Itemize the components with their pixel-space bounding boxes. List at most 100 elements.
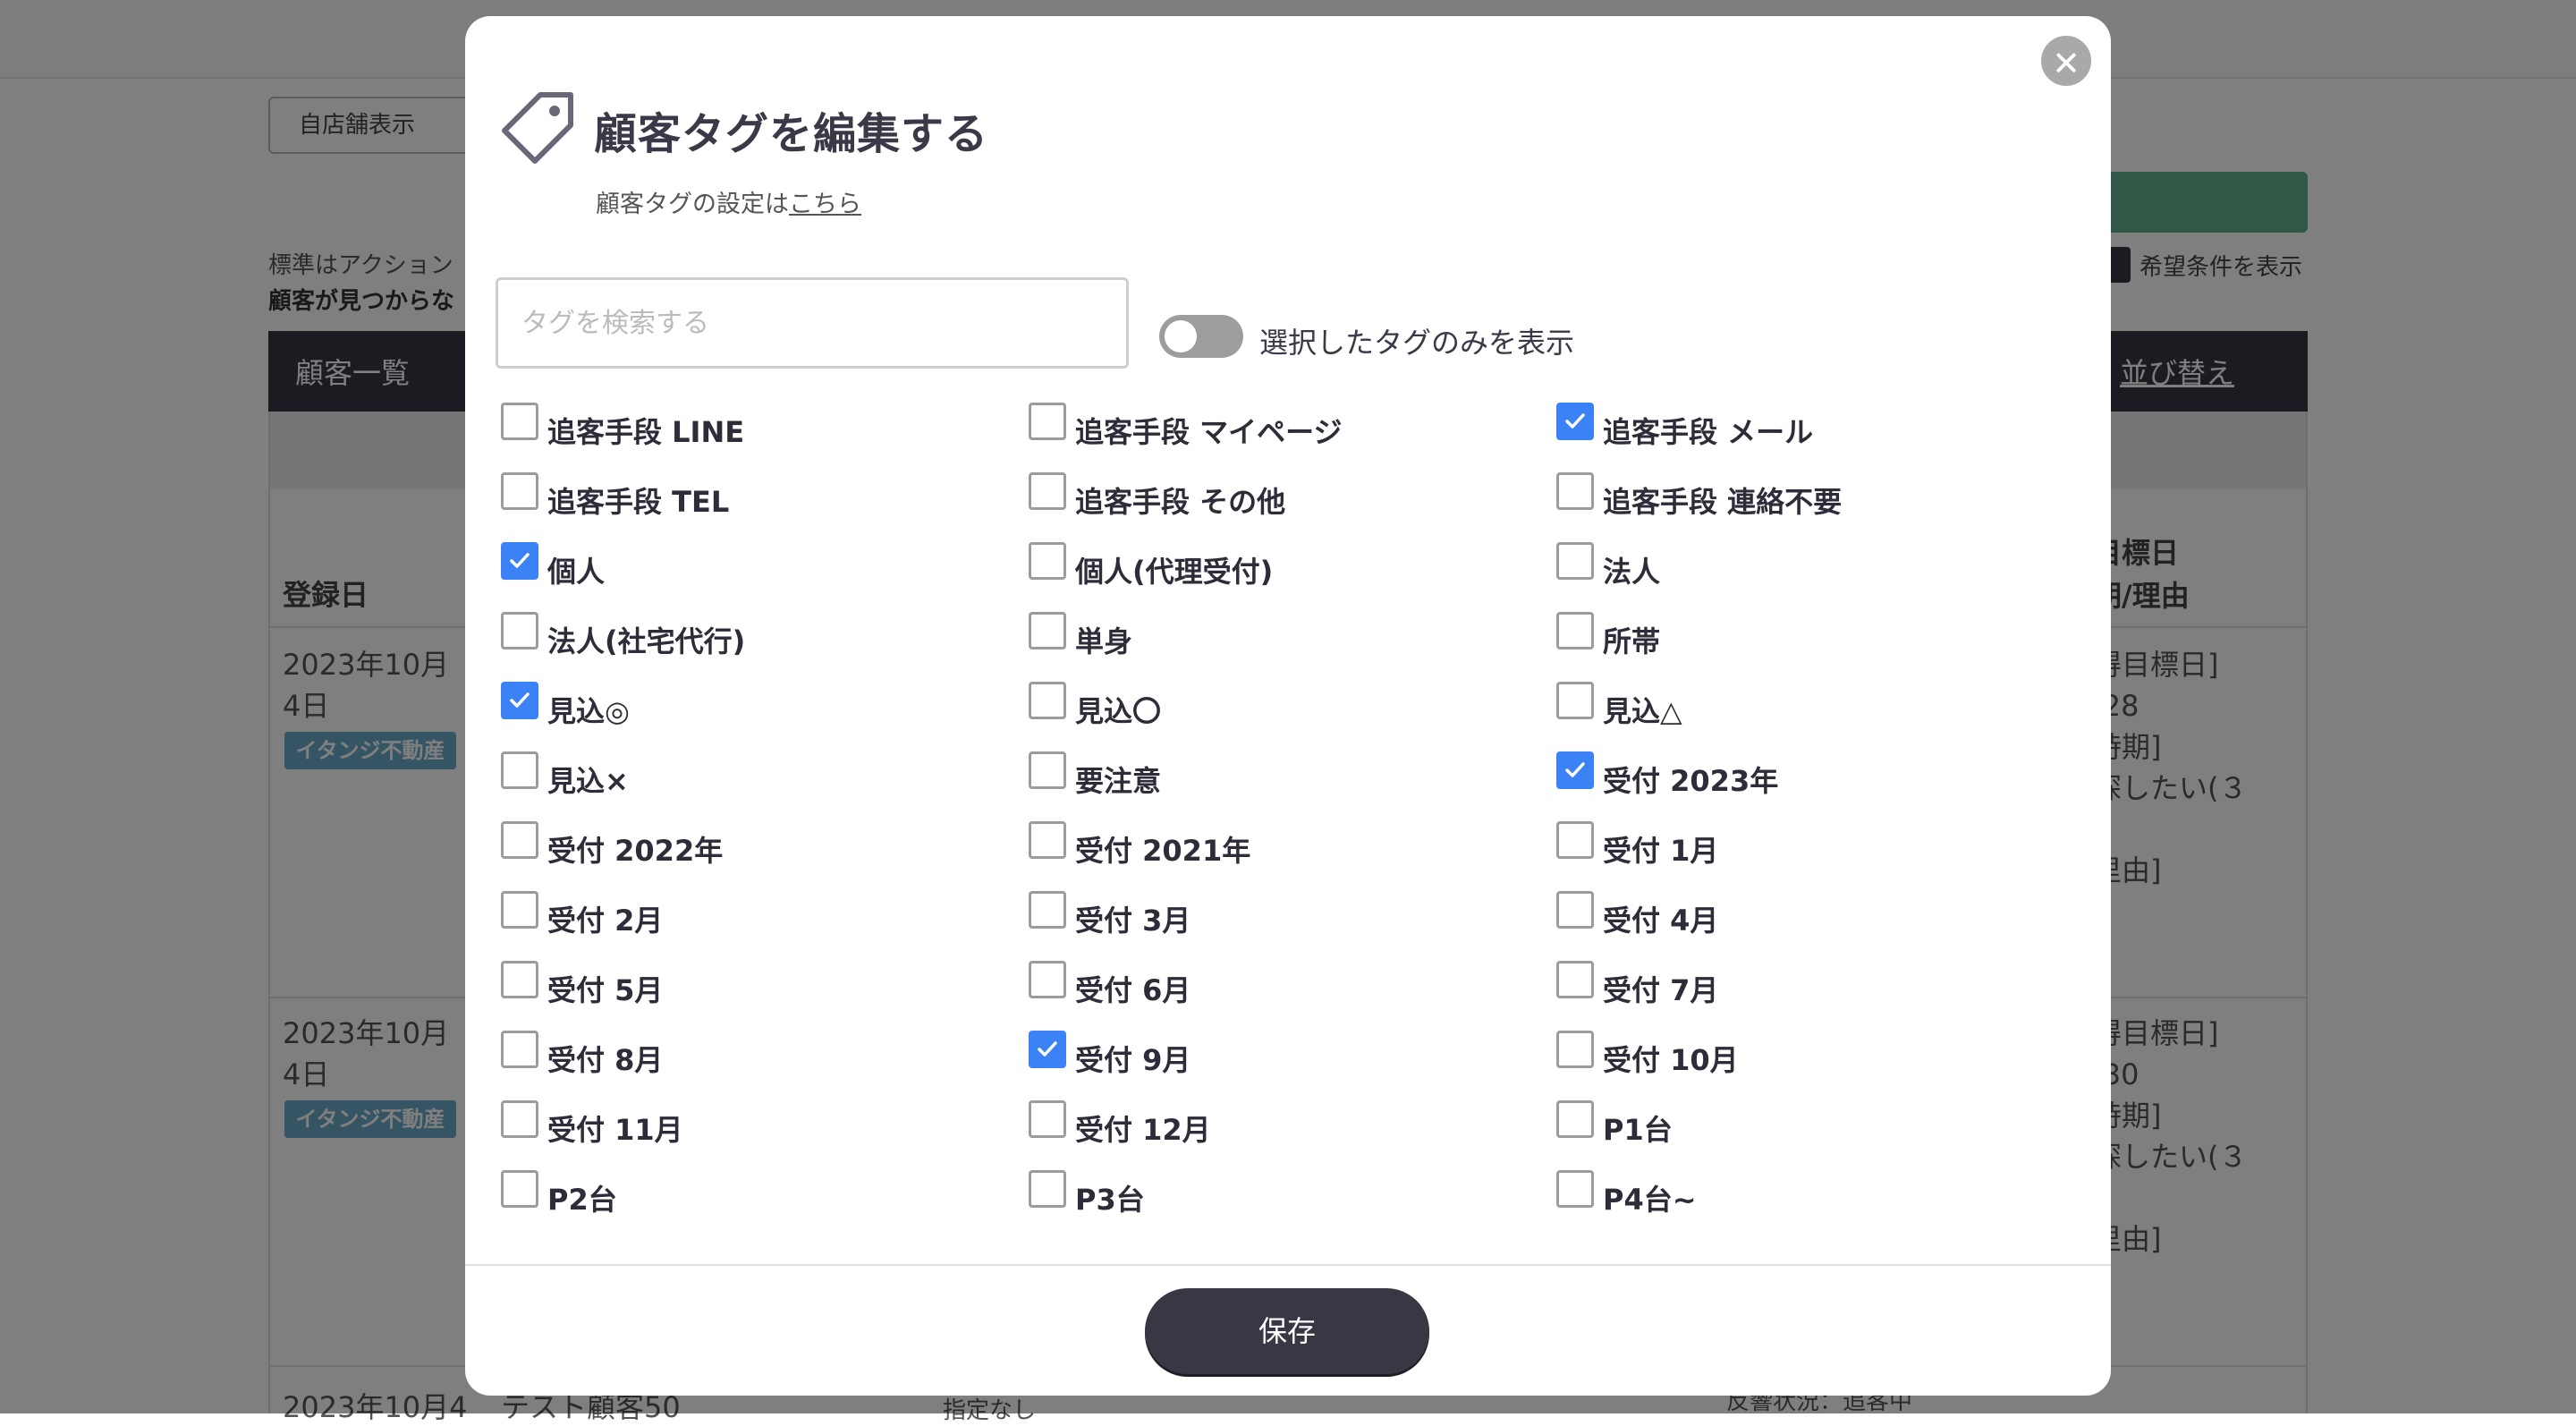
tag-checkbox[interactable]: [1029, 472, 1066, 510]
tag-checkbox[interactable]: [501, 612, 538, 649]
tag-checkbox[interactable]: [1029, 612, 1066, 649]
tag-option[interactable]: 受付 2月: [501, 891, 1029, 961]
tag-label: 所帯: [1603, 624, 1661, 658]
selected-only-toggle[interactable]: [1159, 315, 1243, 358]
tag-option[interactable]: 受付 4月: [1556, 891, 2084, 961]
tag-option[interactable]: P3台: [1029, 1170, 1556, 1240]
tag-label: 追客手段 連絡不要: [1603, 485, 1843, 519]
tag-option[interactable]: 受付 3月: [1029, 891, 1556, 961]
tag-checkbox[interactable]: [1556, 821, 1594, 859]
tag-option[interactable]: 受付 9月: [1029, 1031, 1556, 1100]
tag-settings-link[interactable]: こちら: [789, 191, 861, 218]
tag-option[interactable]: 追客手段 メール: [1556, 403, 2084, 472]
tag-checkbox[interactable]: [1556, 1031, 1594, 1068]
tag-checkbox[interactable]: [1029, 961, 1066, 998]
tag-label: 受付 2月: [547, 904, 664, 938]
tag-option[interactable]: 受付 2023年: [1556, 751, 2084, 821]
tag-label: 受付 3月: [1075, 904, 1191, 938]
tag-option[interactable]: 単身: [1029, 612, 1556, 682]
tag-checkbox[interactable]: [1556, 1100, 1594, 1138]
tag-checkbox[interactable]: [501, 751, 538, 789]
tag-checkbox[interactable]: [1029, 891, 1066, 929]
tag-checkbox[interactable]: [1556, 961, 1594, 998]
tag-label: 受付 7月: [1603, 973, 1719, 1007]
tag-checkbox-checked[interactable]: [501, 682, 538, 719]
tag-option[interactable]: 見込◎: [501, 682, 1029, 751]
tag-option[interactable]: 受付 7月: [1556, 961, 2084, 1031]
tag-label: 追客手段 その他: [1075, 485, 1286, 519]
tag-option[interactable]: P2台: [501, 1170, 1029, 1240]
tag-checkbox[interactable]: [1029, 1100, 1066, 1138]
tag-option[interactable]: 受付 6月: [1029, 961, 1556, 1031]
tag-option[interactable]: 受付 11月: [501, 1100, 1029, 1170]
tag-settings-note: 顧客タグの設定はこちら: [596, 184, 861, 219]
tag-checkbox[interactable]: [1556, 612, 1594, 649]
tag-option[interactable]: 個人: [501, 542, 1029, 612]
tag-checkbox[interactable]: [1556, 891, 1594, 929]
tag-option[interactable]: 受付 1月: [1556, 821, 2084, 891]
tag-label: 受付 2021年: [1075, 834, 1251, 868]
tag-option[interactable]: 法人(社宅代行): [501, 612, 1029, 682]
tag-option[interactable]: 受付 10月: [1556, 1031, 2084, 1100]
checkmark-icon: [510, 692, 530, 708]
tag-search-input[interactable]: [496, 277, 1129, 369]
tag-option[interactable]: 追客手段 LINE: [501, 403, 1029, 472]
tag-checkbox[interactable]: [1556, 682, 1594, 719]
tag-option[interactable]: 所帯: [1556, 612, 2084, 682]
tag-label: 受付 1月: [1603, 834, 1719, 868]
tag-checkbox[interactable]: [1556, 1170, 1594, 1208]
tag-checkbox-checked[interactable]: [1556, 751, 1594, 789]
tag-checkbox-checked[interactable]: [501, 542, 538, 580]
tag-checkbox[interactable]: [1029, 821, 1066, 859]
tag-checkbox[interactable]: [501, 891, 538, 929]
tag-checkbox[interactable]: [501, 1031, 538, 1068]
tag-option[interactable]: 法人: [1556, 542, 2084, 612]
tag-option[interactable]: P4台~: [1556, 1170, 2084, 1240]
footer-divider: [465, 1264, 2111, 1266]
tag-option[interactable]: 追客手段 連絡不要: [1556, 472, 2084, 542]
tag-label: P2台: [547, 1183, 617, 1217]
tag-checkbox[interactable]: [501, 1100, 538, 1138]
tag-checkbox[interactable]: [1556, 542, 1594, 580]
tag-checkbox[interactable]: [501, 821, 538, 859]
checkmark-icon: [1565, 762, 1585, 777]
save-button[interactable]: 保存: [1145, 1288, 1429, 1374]
tag-checkbox[interactable]: [1029, 1170, 1066, 1208]
tag-option[interactable]: 追客手段 その他: [1029, 472, 1556, 542]
tag-checkbox[interactable]: [1029, 682, 1066, 719]
tag-option[interactable]: 見込△: [1556, 682, 2084, 751]
tag-option[interactable]: 受付 2021年: [1029, 821, 1556, 891]
tag-checkbox[interactable]: [1029, 751, 1066, 789]
tag-checkbox[interactable]: [501, 472, 538, 510]
tag-label: 受付 11月: [547, 1113, 683, 1147]
tag-option[interactable]: 受付 5月: [501, 961, 1029, 1031]
tag-label: 法人: [1603, 555, 1661, 589]
tag-option[interactable]: 見込×: [501, 751, 1029, 821]
toggle-knob: [1165, 320, 1197, 352]
tag-checkbox-checked[interactable]: [1029, 1031, 1066, 1068]
tag-label: 受付 6月: [1075, 973, 1191, 1007]
tag-option[interactable]: 受付 2022年: [501, 821, 1029, 891]
tag-option[interactable]: 見込〇: [1029, 682, 1556, 751]
tag-label: 単身: [1075, 624, 1133, 658]
tag-label: 見込×: [547, 764, 629, 798]
tag-checkbox[interactable]: [501, 403, 538, 440]
tag-label: 受付 12月: [1075, 1113, 1211, 1147]
tag-option[interactable]: P1台: [1556, 1100, 2084, 1170]
tag-option[interactable]: 受付 12月: [1029, 1100, 1556, 1170]
tag-checkbox-checked[interactable]: [1556, 403, 1594, 440]
checkmark-icon: [1565, 413, 1585, 429]
tag-checkbox[interactable]: [1556, 472, 1594, 510]
modal-title: 顧客タグを編集する: [594, 109, 989, 159]
tag-checkbox[interactable]: [501, 1170, 538, 1208]
tag-checkbox[interactable]: [501, 961, 538, 998]
tag-checkbox[interactable]: [1029, 403, 1066, 440]
close-icon[interactable]: ✕: [2038, 32, 2095, 89]
tag-label: 個人(代理受付): [1075, 555, 1274, 589]
tag-option[interactable]: 受付 8月: [501, 1031, 1029, 1100]
tag-option[interactable]: 追客手段 TEL: [501, 472, 1029, 542]
tag-option[interactable]: 追客手段 マイページ: [1029, 403, 1556, 472]
tag-option[interactable]: 個人(代理受付): [1029, 542, 1556, 612]
tag-option[interactable]: 要注意: [1029, 751, 1556, 821]
tag-checkbox[interactable]: [1029, 542, 1066, 580]
